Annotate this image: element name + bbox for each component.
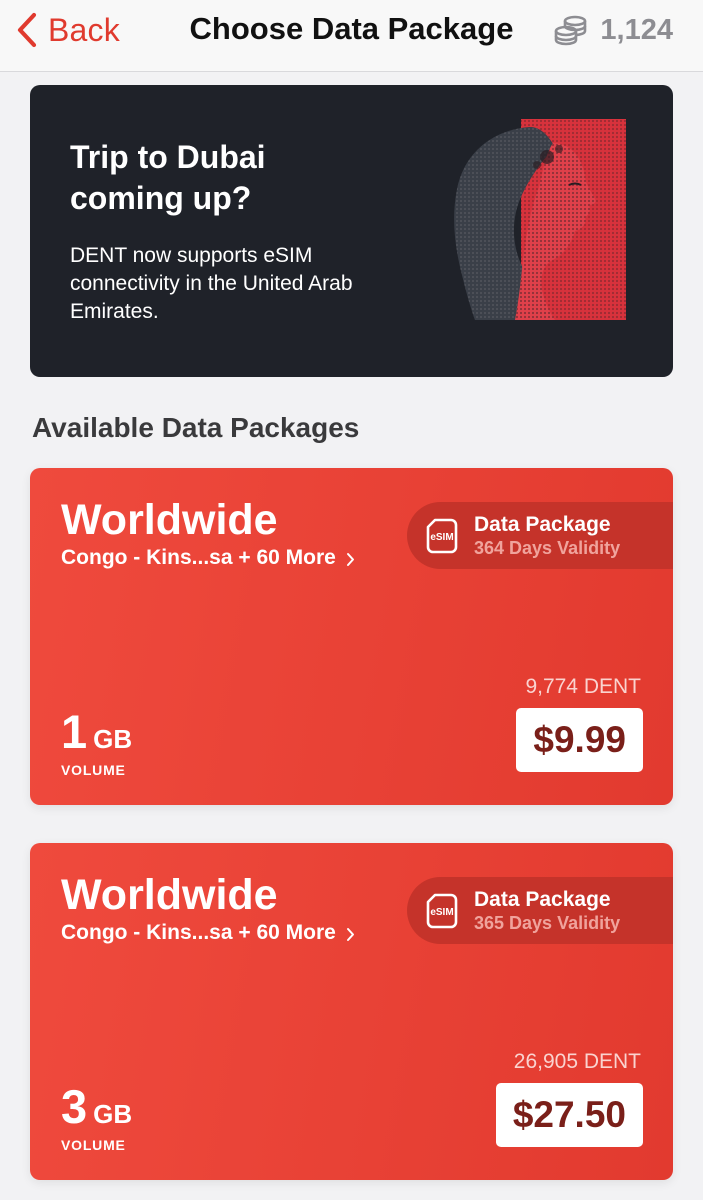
package-countries-link[interactable]: Congo - Kins...sa + 60 More <box>61 546 355 570</box>
promo-title-line-2: coming up? <box>70 180 252 216</box>
package-countries: Congo - Kins...sa + 60 More <box>61 921 336 944</box>
volume-unit: GB <box>93 1099 133 1129</box>
coins-icon <box>555 15 587 46</box>
package-card[interactable]: Worldwide Congo - Kins...sa + 60 More eS… <box>30 843 673 1180</box>
price-button[interactable]: $27.50 <box>495 1083 643 1147</box>
svg-text:eSIM: eSIM <box>430 907 453 918</box>
dent-price: 26,905 DENT <box>513 1050 641 1073</box>
esim-icon: eSIM <box>426 893 458 928</box>
promo-banner[interactable]: Trip to Dubai coming up? DENT now suppor… <box>30 85 673 377</box>
price-button[interactable]: $9.99 <box>516 708 643 772</box>
balance-indicator[interactable]: 1,124 <box>554 12 673 48</box>
volume-label: VOLUME <box>61 1137 126 1153</box>
package-countries-link[interactable]: Congo - Kins...sa + 60 More <box>61 921 355 945</box>
package-type-title: Data Package <box>474 513 611 536</box>
dent-price: 9,774 DENT <box>525 675 641 698</box>
section-heading: Available Data Packages <box>32 412 360 443</box>
promo-title-line-1: Trip to Dubai <box>70 139 266 175</box>
esim-icon: eSIM <box>426 518 458 553</box>
volume-unit: GB <box>93 724 133 754</box>
promo-body: DENT now supports eSIM connectivity in t… <box>70 244 353 323</box>
package-type-badge: eSIM Data Package 365 Days Validity <box>407 877 673 944</box>
package-region: Worldwide <box>61 871 278 919</box>
volume-value: 1 <box>61 705 88 758</box>
svg-text:eSIM: eSIM <box>430 532 453 543</box>
nav-bar: Back Choose Data Package 1,124 <box>0 0 703 72</box>
package-type-title: Data Package <box>474 888 611 911</box>
chevron-right-icon <box>346 552 354 566</box>
volume-label: VOLUME <box>61 762 126 778</box>
volume-value: 3 <box>61 1080 88 1133</box>
woman-portrait-illustration <box>454 119 626 320</box>
package-card[interactable]: Worldwide Congo - Kins...sa + 60 More eS… <box>30 468 673 805</box>
package-validity: 365 Days Validity <box>474 913 621 933</box>
promo-title: Trip to Dubai coming up? <box>70 137 370 219</box>
package-region: Worldwide <box>61 496 278 544</box>
package-volume: 3 GB <box>61 1081 132 1133</box>
package-countries: Congo - Kins...sa + 60 More <box>61 546 336 569</box>
package-validity: 364 Days Validity <box>474 538 621 558</box>
chevron-right-icon <box>346 927 354 941</box>
package-type-badge: eSIM Data Package 364 Days Validity <box>407 502 673 569</box>
package-volume: 1 GB <box>61 706 132 758</box>
balance-value: 1,124 <box>600 13 673 46</box>
